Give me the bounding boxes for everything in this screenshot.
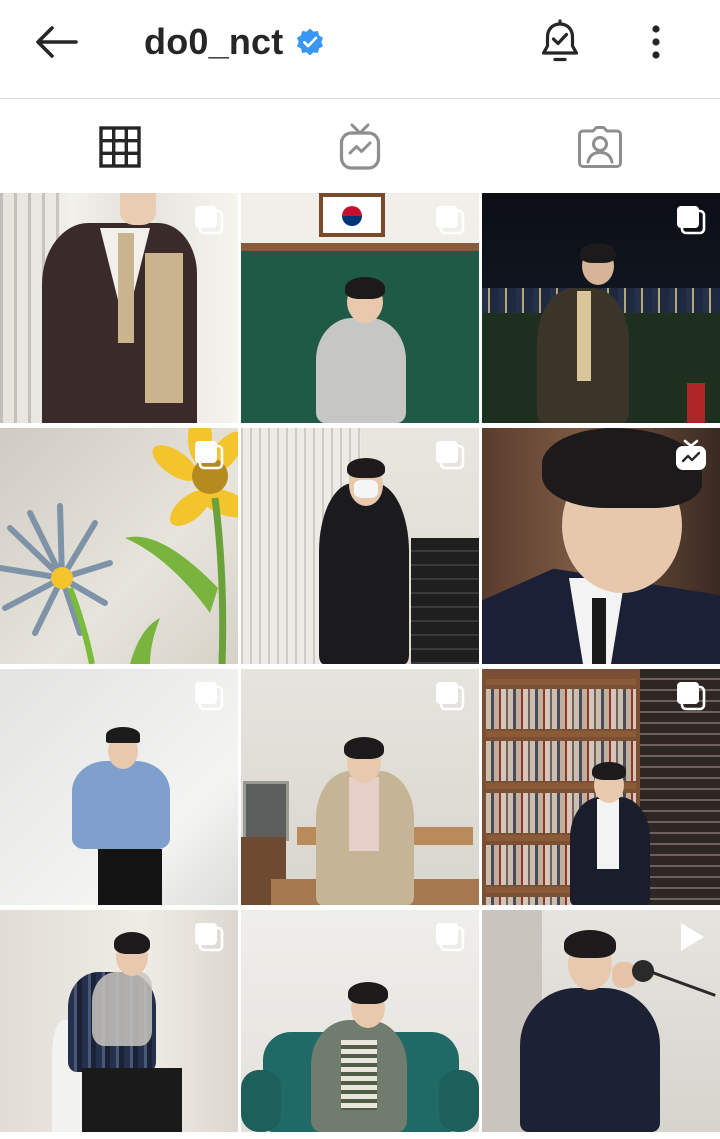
post-thumbnail[interactable]	[241, 193, 479, 423]
carousel-icon	[192, 203, 226, 237]
post-thumbnail[interactable]	[241, 428, 479, 664]
carousel-icon	[192, 679, 226, 713]
verified-badge-icon	[297, 28, 324, 56]
tab-tagged[interactable]	[480, 100, 720, 193]
post-thumbnail[interactable]	[0, 910, 238, 1132]
tab-igtv[interactable]	[240, 100, 480, 193]
profile-title: do0_nct	[144, 18, 325, 66]
tagged-user-icon	[578, 125, 622, 168]
back-button[interactable]	[26, 20, 86, 64]
post-thumbnail[interactable]	[482, 669, 720, 905]
carousel-icon	[433, 679, 467, 713]
post-thumbnail[interactable]	[482, 428, 720, 664]
profile-header: do0_nct	[0, 0, 720, 99]
carousel-icon	[192, 920, 226, 954]
profile-tabs	[0, 100, 720, 293]
carousel-icon	[433, 438, 467, 472]
igtv-icon	[674, 438, 708, 472]
bell-check-icon	[541, 19, 579, 62]
post-thumbnail[interactable]	[482, 910, 720, 1132]
carousel-icon	[674, 679, 708, 713]
tab-posts[interactable]	[0, 100, 240, 193]
more-vertical-icon	[652, 25, 660, 59]
carousel-icon	[433, 203, 467, 237]
posts-grid	[0, 193, 720, 1139]
more-options-button[interactable]	[636, 18, 676, 66]
username: do0_nct	[144, 21, 284, 62]
post-thumbnail[interactable]	[0, 669, 238, 905]
post-thumbnail[interactable]	[482, 193, 720, 423]
post-thumbnail[interactable]	[241, 669, 479, 905]
carousel-icon	[674, 203, 708, 237]
notifications-button[interactable]	[532, 16, 588, 68]
carousel-icon	[433, 920, 467, 954]
arrow-left-icon	[36, 26, 78, 58]
igtv-icon	[339, 123, 381, 170]
carousel-icon	[192, 438, 226, 472]
post-thumbnail[interactable]	[0, 428, 238, 664]
play-icon	[674, 920, 708, 954]
grid-icon	[99, 125, 141, 168]
post-thumbnail[interactable]	[241, 910, 479, 1132]
post-thumbnail[interactable]	[0, 193, 238, 423]
